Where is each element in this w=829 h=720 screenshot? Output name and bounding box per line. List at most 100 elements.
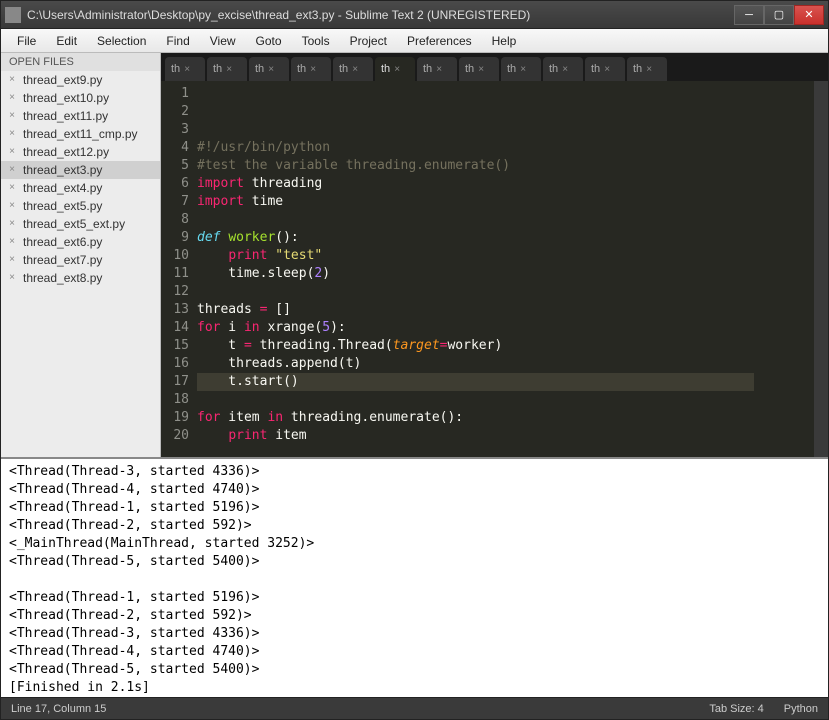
close-icon[interactable]: × — [604, 64, 610, 75]
tab-label: th — [297, 63, 306, 75]
close-button[interactable]: ✕ — [794, 5, 824, 25]
code-line[interactable]: t = threading.Thread(target=worker) — [197, 337, 754, 355]
close-icon[interactable]: × — [7, 129, 17, 139]
close-icon[interactable]: × — [310, 64, 316, 75]
editor-tab[interactable]: th× — [585, 57, 625, 81]
close-icon[interactable]: × — [7, 183, 17, 193]
editor-tab[interactable]: th× — [417, 57, 457, 81]
close-icon[interactable]: × — [562, 64, 568, 75]
minimap[interactable] — [754, 81, 814, 457]
code-line[interactable]: #!/usr/bin/python — [197, 139, 754, 157]
open-file-item[interactable]: × thread_ext11.py — [1, 107, 160, 125]
open-file-item[interactable]: ×thread_ext3.py — [1, 161, 160, 179]
close-icon[interactable]: × — [7, 201, 17, 211]
titlebar[interactable]: C:\Users\Administrator\Desktop\py_excise… — [1, 1, 828, 29]
close-icon[interactable]: × — [268, 64, 274, 75]
close-icon[interactable]: × — [226, 64, 232, 75]
editor-tab[interactable]: th× — [165, 57, 205, 81]
editor-tab[interactable]: th× — [207, 57, 247, 81]
open-file-item[interactable]: ×thread_ext12.py — [1, 143, 160, 161]
code-line[interactable]: threads.append(t) — [197, 355, 754, 373]
open-file-item[interactable]: ×thread_ext7.py — [1, 251, 160, 269]
code-line[interactable]: print "test" — [197, 247, 754, 265]
close-icon[interactable]: × — [520, 64, 526, 75]
line-number: 20 — [161, 427, 189, 445]
menu-view[interactable]: View — [200, 31, 246, 51]
menu-goto[interactable]: Goto — [246, 31, 292, 51]
line-number: 19 — [161, 409, 189, 427]
file-name-label: thread_ext4.py — [23, 181, 154, 195]
code-line[interactable]: for i in xrange(5): — [197, 319, 754, 337]
menu-tools[interactable]: Tools — [292, 31, 340, 51]
close-icon[interactable]: × — [7, 237, 17, 247]
code-line[interactable]: import time — [197, 193, 754, 211]
code-line[interactable]: threads = [] — [197, 301, 754, 319]
vertical-scrollbar[interactable] — [814, 81, 828, 457]
editor-tab[interactable]: th× — [249, 57, 289, 81]
editor-tab[interactable]: th × — [291, 57, 331, 81]
status-tabsize[interactable]: Tab Size: 4 — [709, 703, 763, 715]
close-icon[interactable]: × — [7, 219, 17, 229]
editor-tab[interactable]: th × — [627, 57, 667, 81]
code-line[interactable] — [197, 391, 754, 409]
menubar: FileEditSelectionFindViewGotoToolsProjec… — [1, 29, 828, 53]
code-line[interactable]: time.sleep(2) — [197, 265, 754, 283]
menu-file[interactable]: File — [7, 31, 46, 51]
menu-project[interactable]: Project — [340, 31, 397, 51]
code-line[interactable]: import threading — [197, 175, 754, 193]
open-file-item[interactable]: ×thread_ext10.py — [1, 89, 160, 107]
code-line[interactable] — [197, 211, 754, 229]
menu-help[interactable]: Help — [482, 31, 527, 51]
menu-preferences[interactable]: Preferences — [397, 31, 482, 51]
editor-tab[interactable]: th× — [459, 57, 499, 81]
code-line[interactable]: def worker(): — [197, 229, 754, 247]
main-area: OPEN FILES ×thread_ext9.py×thread_ext10.… — [1, 53, 828, 457]
status-syntax[interactable]: Python — [784, 703, 818, 715]
close-icon[interactable]: × — [7, 165, 17, 175]
close-icon[interactable]: × — [7, 273, 17, 283]
close-icon[interactable]: × — [7, 147, 17, 157]
close-icon[interactable]: × — [646, 64, 652, 75]
code-line[interactable]: print item — [197, 427, 754, 445]
close-icon[interactable]: × — [7, 93, 17, 103]
tab-label: th — [633, 63, 642, 75]
close-icon[interactable]: × — [436, 64, 442, 75]
tab-label: th — [507, 63, 516, 75]
code-line[interactable]: t.start() — [197, 373, 754, 391]
open-file-item[interactable]: ×thread_ext5.py — [1, 197, 160, 215]
close-icon[interactable]: × — [478, 64, 484, 75]
menu-find[interactable]: Find — [156, 31, 199, 51]
open-file-item[interactable]: ×thread_ext5_ext.py — [1, 215, 160, 233]
open-file-item[interactable]: ×thread_ext11_cmp.py — [1, 125, 160, 143]
editor-tab[interactable]: th× — [375, 57, 415, 81]
code-line[interactable] — [197, 283, 754, 301]
editor-tab[interactable]: th× — [333, 57, 373, 81]
output-console[interactable]: <Thread(Thread-3, started 4336)> <Thread… — [1, 457, 828, 697]
line-number: 13 — [161, 301, 189, 319]
open-file-item[interactable]: ×thread_ext8.py — [1, 269, 160, 287]
open-file-item[interactable]: ×thread_ext6.py — [1, 233, 160, 251]
minimize-button[interactable]: ─ — [734, 5, 764, 25]
open-file-item[interactable]: × thread_ext4.py — [1, 179, 160, 197]
status-position[interactable]: Line 17, Column 15 — [11, 703, 709, 715]
editor-tab[interactable]: th × — [501, 57, 541, 81]
open-file-item[interactable]: ×thread_ext9.py — [1, 71, 160, 89]
close-icon[interactable]: × — [184, 64, 190, 75]
code-editor[interactable]: #!/usr/bin/python#test the variable thre… — [197, 81, 754, 457]
maximize-button[interactable]: ▢ — [764, 5, 794, 25]
code-line[interactable]: for item in threading.enumerate(): — [197, 409, 754, 427]
menu-edit[interactable]: Edit — [46, 31, 87, 51]
close-icon[interactable]: × — [7, 255, 17, 265]
close-icon[interactable]: × — [352, 64, 358, 75]
code-line[interactable] — [197, 445, 754, 457]
close-icon[interactable]: × — [7, 111, 17, 121]
line-number: 17 — [161, 373, 189, 391]
editor-tab[interactable]: th× — [543, 57, 583, 81]
code-line[interactable]: #test the variable threading.enumerate() — [197, 157, 754, 175]
menu-selection[interactable]: Selection — [87, 31, 156, 51]
line-number: 12 — [161, 283, 189, 301]
line-number: 6 — [161, 175, 189, 193]
file-name-label: thread_ext11.py — [23, 109, 154, 123]
close-icon[interactable]: × — [7, 75, 17, 85]
close-icon[interactable]: × — [394, 64, 400, 75]
